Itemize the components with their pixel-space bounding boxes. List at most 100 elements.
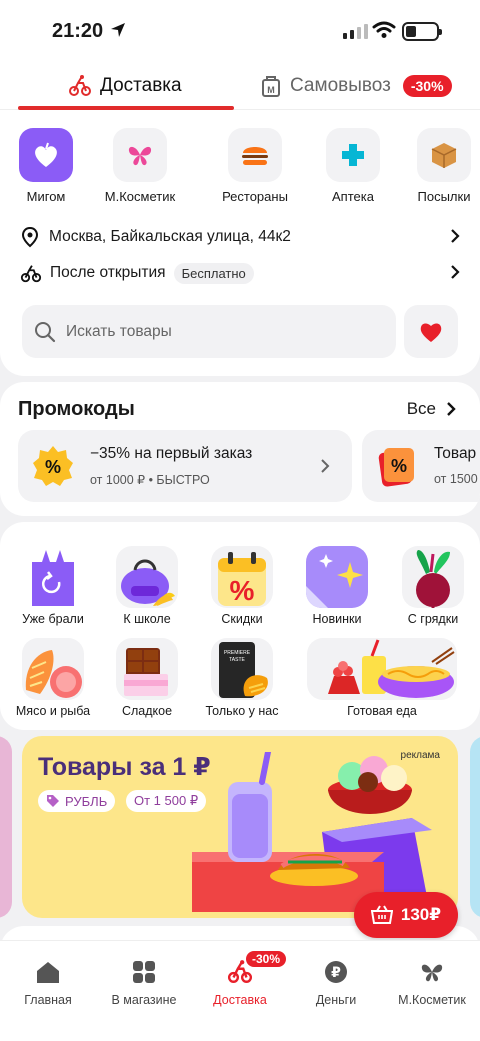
- category-only-here[interactable]: PREMIERE TASTE Только у нас: [200, 638, 284, 718]
- promo-banner[interactable]: Товары за 1 ₽ РУБЛЬ От 1 500 ₽ реклама: [22, 736, 458, 918]
- nav-money[interactable]: ₽ Деньги: [288, 959, 384, 1007]
- beet-icon: [402, 546, 464, 608]
- previous-banner-peek[interactable]: [0, 736, 12, 918]
- free-delivery-pill: Бесплатно: [173, 262, 254, 284]
- chevron-right-icon: [447, 402, 456, 416]
- ready-food-icon: [307, 638, 457, 700]
- service-restaurants[interactable]: Рестораны: [209, 128, 301, 204]
- location-arrow-icon: [111, 23, 125, 37]
- address-row[interactable]: Москва, Байкальская улица, 44к2: [20, 224, 460, 250]
- premium-product-icon: PREMIERE TASTE: [211, 638, 273, 700]
- tab-pickup[interactable]: M Самовывоз -30%: [260, 74, 452, 98]
- favorites-button[interactable]: [404, 305, 458, 358]
- bottom-nav: Главная В магазине Доставка ₽ Деньги М.К…: [0, 940, 480, 1041]
- tab-delivery[interactable]: Доставка: [68, 74, 182, 98]
- promo-subtitle: от 1000 ₽ • БЫСТРО: [90, 473, 210, 487]
- nav-label: В магазине: [111, 993, 177, 1007]
- reorder-bag-icon: [22, 546, 84, 608]
- cart-total: 130₽: [400, 905, 442, 924]
- courier-bike-icon: [20, 265, 42, 283]
- cart-button[interactable]: 130₽: [354, 892, 458, 938]
- category-label: Новинки: [312, 612, 362, 626]
- chevron-right-icon: [451, 229, 460, 243]
- categories-section: Уже брали К школе % Скидки Новинки С гря…: [0, 522, 480, 730]
- wifi-icon: [372, 21, 396, 38]
- service-parcels[interactable]: Посылки: [398, 128, 480, 204]
- category-new[interactable]: Новинки: [302, 546, 372, 626]
- services-row: Мигом М.Косметик Рестораны Аптека Посылк…: [0, 128, 480, 208]
- nav-label: Деньги: [315, 993, 357, 1007]
- category-discounts[interactable]: % Скидки: [207, 546, 277, 626]
- service-m-cosmetic[interactable]: М.Косметик: [94, 128, 186, 204]
- category-label: К школе: [123, 612, 171, 626]
- svg-text:M: M: [267, 85, 275, 95]
- delivery-time-text: После открытия: [50, 264, 166, 281]
- category-already-bought[interactable]: Уже брали: [18, 546, 88, 626]
- category-label: Мясо и рыба: [15, 704, 91, 718]
- section-title: Промокоды: [18, 398, 135, 420]
- nav-m-cosmetic[interactable]: М.Косметик: [384, 959, 480, 1007]
- sparkle-icon: [306, 546, 368, 608]
- grid-icon: [133, 961, 155, 983]
- burger-icon: [228, 128, 282, 182]
- basket-icon: [370, 905, 393, 924]
- banner-title: Товары за 1 ₽: [38, 753, 211, 781]
- category-from-garden[interactable]: С грядки: [398, 546, 468, 626]
- nav-home[interactable]: Главная: [0, 959, 96, 1007]
- chevron-right-icon: [451, 265, 460, 279]
- promo-card[interactable]: % Товар от 1500: [362, 430, 480, 502]
- tab-pickup-label: Самовывоз: [290, 75, 391, 96]
- service-pharmacy[interactable]: Аптека: [307, 128, 399, 204]
- pickup-discount-badge: -30%: [402, 75, 452, 97]
- delivery-discount-badge: -30%: [246, 951, 287, 967]
- calendar-percent-icon: %: [211, 546, 273, 608]
- ruble-coin-icon: ₽: [325, 961, 347, 983]
- service-label: Мигом: [26, 189, 66, 204]
- search-placeholder: Искать товары: [66, 322, 172, 340]
- address-text: Москва, Байкальская улица, 44к2: [49, 228, 291, 245]
- svg-text:%: %: [230, 575, 255, 606]
- percent-badge-icon: %: [33, 446, 73, 486]
- category-meat-fish[interactable]: Мясо и рыба: [14, 638, 92, 718]
- service-label: Рестораны: [222, 189, 288, 204]
- category-ready-food[interactable]: Готовая еда: [304, 638, 460, 718]
- status-bar: 21:20: [0, 0, 480, 62]
- shopping-bag-icon: M: [262, 76, 280, 97]
- nav-in-store[interactable]: В магазине: [96, 959, 192, 1007]
- tag-icon: [47, 795, 59, 807]
- heart-icon: [420, 322, 442, 342]
- banner-tag: РУБЛЬ: [38, 790, 116, 812]
- tab-delivery-label: Доставка: [100, 75, 182, 96]
- search-input[interactable]: Искать товары: [22, 305, 396, 358]
- backpack-icon: [116, 546, 178, 608]
- banner-illustration: [192, 752, 432, 912]
- svg-text:%: %: [391, 456, 407, 476]
- promo-card[interactable]: % −35% на первый заказ от 1000 ₽ • БЫСТР…: [18, 430, 352, 502]
- nav-label: М.Косметик: [398, 993, 466, 1007]
- category-label: Уже брали: [22, 612, 84, 626]
- delivery-time-row[interactable]: После открытия Бесплатно: [20, 260, 460, 286]
- category-label: Только у нас: [205, 704, 279, 718]
- service-label: М.Косметик: [104, 189, 176, 204]
- category-label: Сладкое: [121, 704, 173, 718]
- service-migom[interactable]: Мигом: [0, 128, 92, 204]
- promo-codes-section: Промокоды Все % −35% на первый заказ от …: [0, 382, 480, 516]
- status-time: 21:20: [52, 20, 104, 42]
- search-icon: [35, 321, 56, 342]
- svg-text:%: %: [45, 457, 61, 477]
- home-icon: [37, 962, 59, 983]
- nav-label: Главная: [24, 993, 72, 1007]
- svg-text:₽: ₽: [331, 965, 341, 981]
- category-label: Скидки: [221, 612, 263, 626]
- category-label: Готовая еда: [347, 704, 417, 718]
- category-label: С грядки: [407, 612, 459, 626]
- percent-card-icon: %: [378, 448, 414, 487]
- svg-text:TASTE: TASTE: [229, 657, 245, 663]
- category-school[interactable]: К школе: [112, 546, 182, 626]
- next-banner-peek[interactable]: [470, 736, 480, 918]
- see-all-button[interactable]: Все: [407, 399, 456, 419]
- category-sweets[interactable]: Сладкое: [112, 638, 182, 718]
- heart-fruit-icon: [19, 128, 73, 182]
- butterfly-icon: [113, 128, 167, 182]
- service-label: Аптека: [332, 189, 374, 204]
